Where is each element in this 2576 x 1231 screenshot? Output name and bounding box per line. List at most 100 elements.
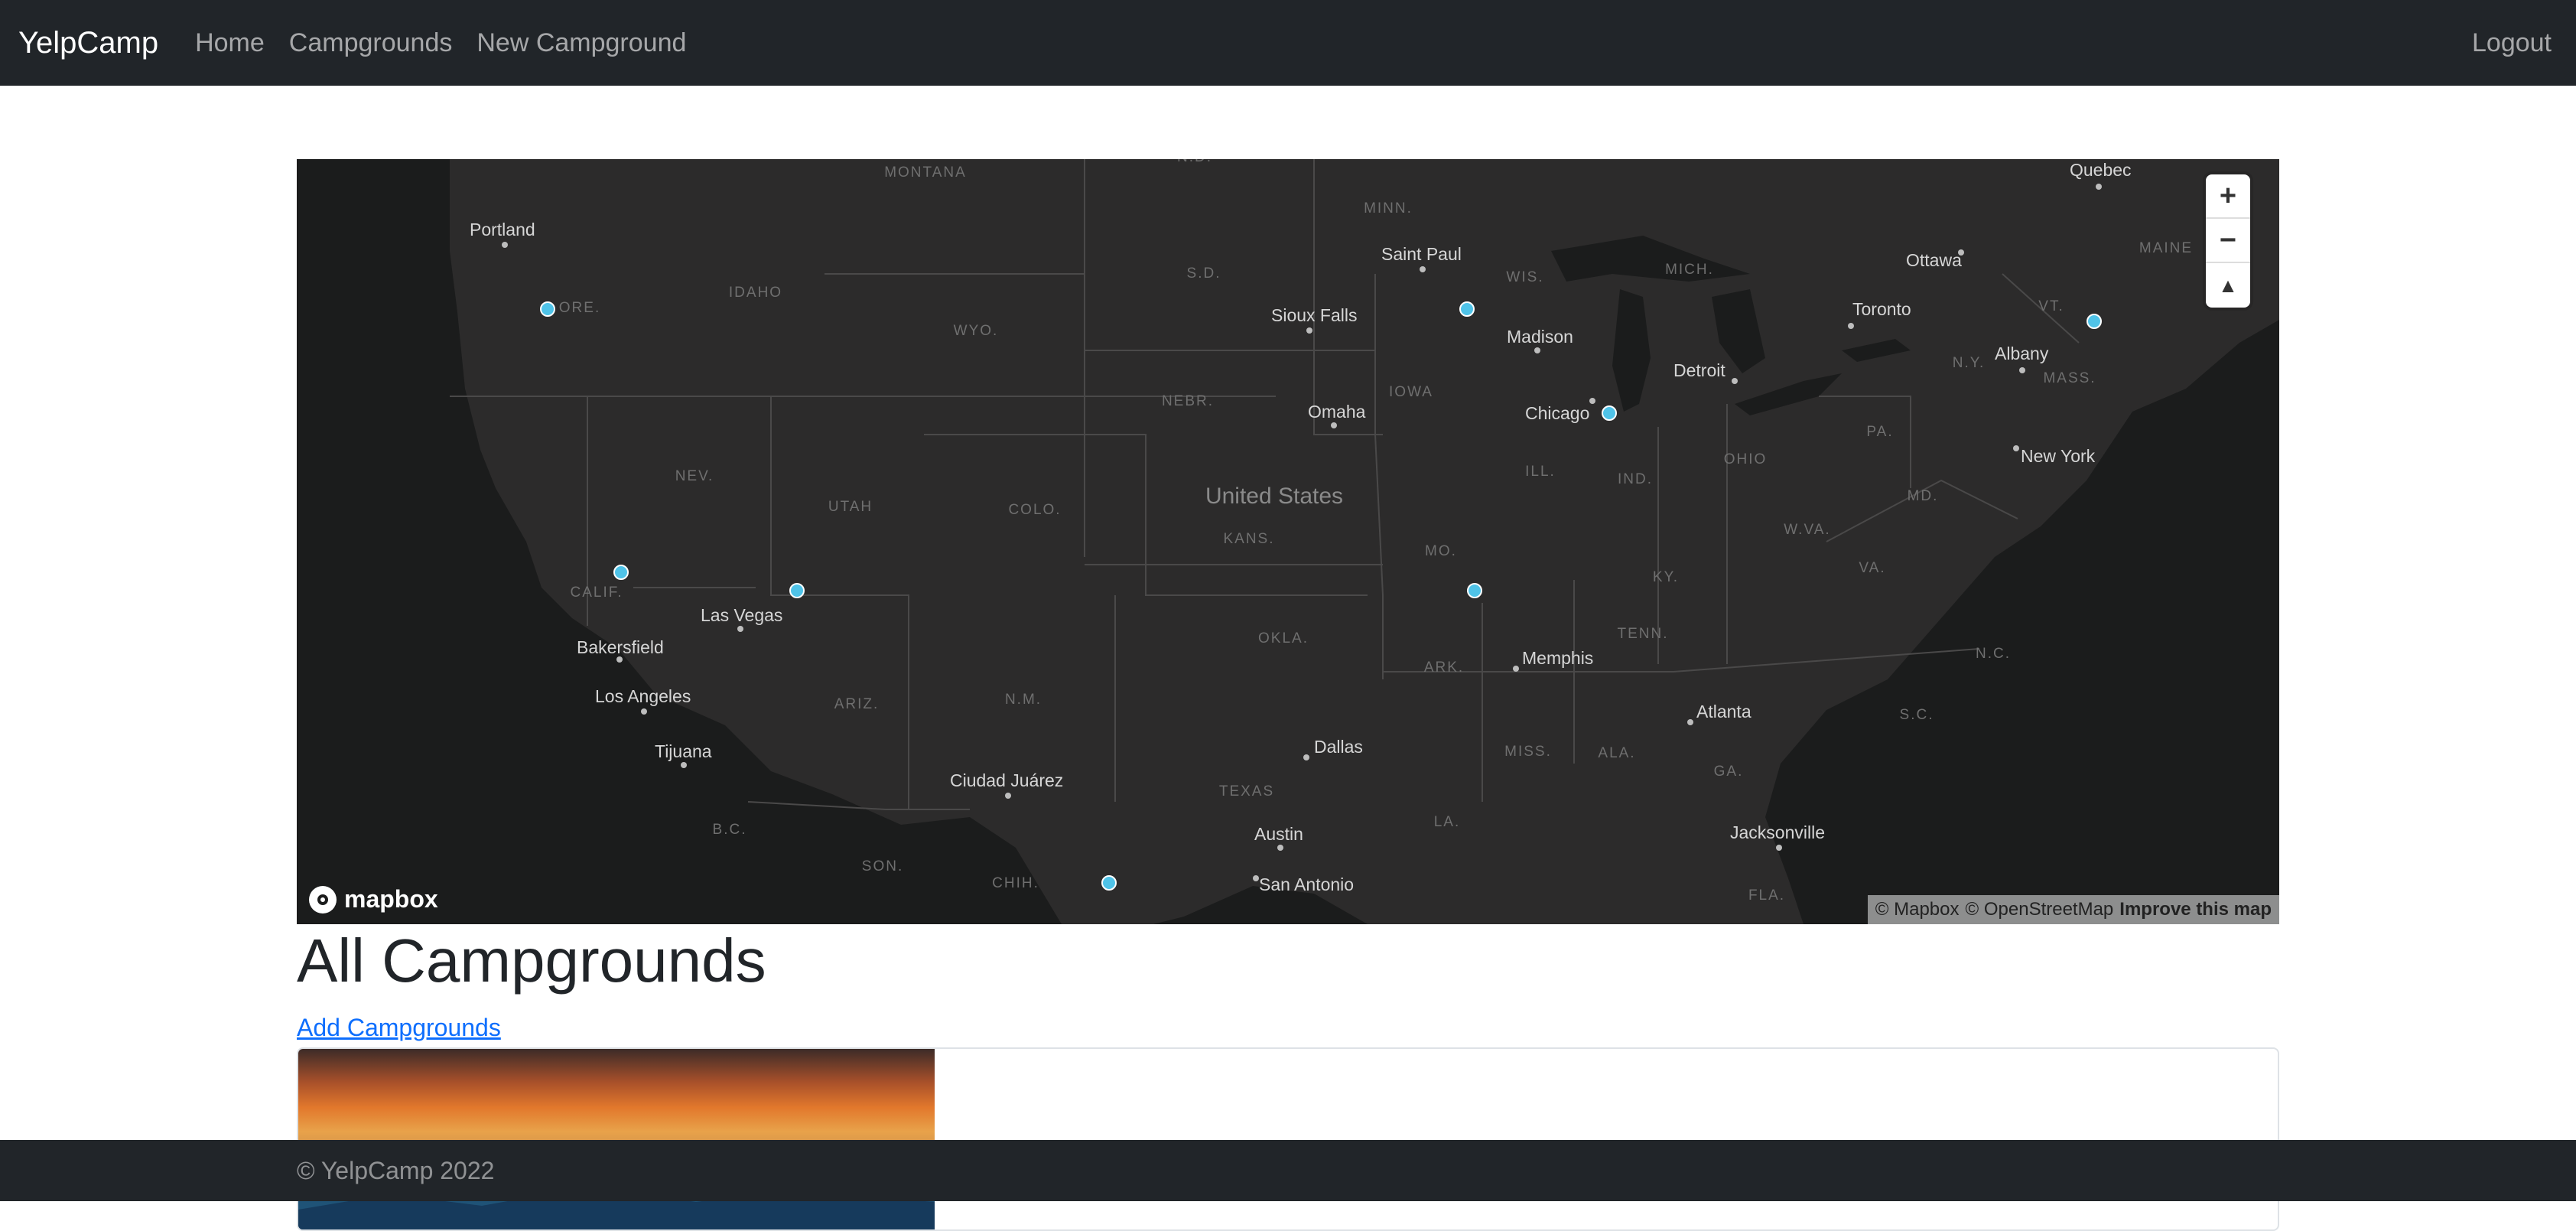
city-label: Albany xyxy=(1995,344,2049,363)
compass-button[interactable]: ▲ xyxy=(2206,263,2250,308)
state-label: MICH. xyxy=(1665,262,1714,278)
campground-marker[interactable] xyxy=(2086,314,2102,329)
city-label: Ciudad Juárez xyxy=(950,770,1063,790)
city-label: Atlanta xyxy=(1696,702,1751,721)
map-canvas[interactable]: United States MONTANA IDAHO WYO. S.D. MI… xyxy=(297,159,2279,924)
attribution-mapbox-link[interactable]: © Mapbox xyxy=(1875,899,1960,920)
city-label: Ottawa xyxy=(1906,250,1962,270)
city-label: San Antonio xyxy=(1259,874,1354,894)
city-label: Sioux Falls xyxy=(1271,305,1357,325)
state-label: ALA. xyxy=(1598,745,1635,761)
state-label: VT. xyxy=(2038,298,2064,314)
campground-marker[interactable] xyxy=(1467,583,1482,598)
state-label: WYO. xyxy=(954,323,999,339)
state-label: TENN. xyxy=(1618,626,1669,642)
page-footer: © YelpCamp 2022 xyxy=(0,1140,2576,1201)
city-label: Las Vegas xyxy=(701,605,782,625)
footer-copyright: © YelpCamp 2022 xyxy=(297,1156,495,1184)
state-label: GA. xyxy=(1714,764,1744,780)
state-label: TEXAS xyxy=(1219,783,1274,799)
nav-home-link[interactable]: Home xyxy=(195,28,265,58)
campground-marker[interactable] xyxy=(540,301,555,317)
state-label: ORE. xyxy=(559,300,600,316)
state-label: MONTANA xyxy=(884,164,967,181)
state-label: OHIO xyxy=(1724,451,1768,467)
campground-card xyxy=(297,1047,2279,1231)
city-label: Detroit xyxy=(1673,360,1725,380)
campground-marker[interactable] xyxy=(1459,301,1475,317)
state-label: W.VA. xyxy=(1784,522,1830,538)
state-label: MO. xyxy=(1425,543,1457,559)
state-label: N.Y. xyxy=(1953,355,1986,371)
city-label: Jacksonville xyxy=(1730,822,1825,842)
zoom-in-button[interactable]: + xyxy=(2206,174,2250,219)
land-area xyxy=(450,159,2279,924)
state-label: IOWA xyxy=(1389,384,1433,400)
map-attribution: © Mapbox © OpenStreetMap Improve this ma… xyxy=(1867,895,2279,924)
state-label: ARK. xyxy=(1424,659,1464,676)
state-label: IDAHO xyxy=(729,285,782,301)
mapbox-logo-icon xyxy=(309,885,337,913)
city-label: Dallas xyxy=(1314,737,1363,757)
nav-campgrounds-link[interactable]: Campgrounds xyxy=(289,28,453,58)
state-label: PA. xyxy=(1866,424,1893,440)
state-label: MISS. xyxy=(1504,744,1552,760)
city-label: Quebec xyxy=(2070,160,2132,180)
map-navigation-controls: + − ▲ xyxy=(2206,174,2250,308)
campground-marker[interactable] xyxy=(1602,405,1617,421)
state-label: NEV. xyxy=(675,468,714,484)
state-label: SON. xyxy=(862,858,903,874)
city-label: Madison xyxy=(1507,327,1573,347)
state-label: IND. xyxy=(1618,471,1653,487)
state-label: S.D. xyxy=(1187,265,1221,282)
city-label: Omaha xyxy=(1308,402,1366,422)
attribution-osm-link[interactable]: © OpenStreetMap xyxy=(1966,899,2114,920)
brand-link[interactable]: YelpCamp xyxy=(18,26,158,60)
logout-link[interactable]: Logout xyxy=(2472,28,2552,58)
state-label: NEBR. xyxy=(1162,393,1214,409)
state-label: ILL. xyxy=(1525,464,1556,480)
country-label: United States xyxy=(1205,484,1343,509)
state-label: VA. xyxy=(1859,560,1885,576)
state-label: COLO. xyxy=(1008,502,1061,518)
state-label: S.C. xyxy=(1900,707,1934,723)
top-navbar: YelpCamp Home Campgrounds New Campground… xyxy=(0,0,2576,86)
state-label: KY. xyxy=(1653,569,1679,585)
campground-marker[interactable] xyxy=(789,583,805,598)
city-label: Tijuana xyxy=(655,741,712,761)
state-label: LA. xyxy=(1434,814,1461,830)
state-label: MD. xyxy=(1908,488,1939,504)
improve-map-link[interactable]: Improve this map xyxy=(2119,899,2272,920)
city-label: Los Angeles xyxy=(595,686,691,706)
state-label: FLA. xyxy=(1748,887,1785,904)
city-label: Chicago xyxy=(1525,403,1589,423)
state-label: N.D. xyxy=(1177,159,1212,165)
page-title: All Campgrounds xyxy=(297,927,766,995)
nav-new-campground-link[interactable]: New Campground xyxy=(476,28,686,58)
state-label: MAINE xyxy=(2139,240,2193,256)
state-label: WIS. xyxy=(1506,269,1543,285)
zoom-out-button[interactable]: − xyxy=(2206,219,2250,263)
state-label: OKLA. xyxy=(1258,630,1309,646)
city-label: Saint Paul xyxy=(1381,244,1462,264)
campground-marker[interactable] xyxy=(1101,875,1117,891)
city-label: Bakersfield xyxy=(577,637,664,657)
city-label: Portland xyxy=(470,220,535,239)
state-label: KANS. xyxy=(1223,531,1274,547)
state-label: MASS. xyxy=(2043,370,2096,386)
state-label: N.M. xyxy=(1005,692,1042,708)
city-label: Toronto xyxy=(1852,299,1911,319)
state-label: ARIZ. xyxy=(834,696,880,712)
campground-marker[interactable] xyxy=(613,565,629,580)
city-label: Memphis xyxy=(1522,648,1593,668)
state-label: CHIH. xyxy=(992,875,1039,891)
mapbox-logo[interactable]: mapbox xyxy=(309,885,438,913)
mapbox-logo-text: mapbox xyxy=(344,885,438,913)
state-label: B.C. xyxy=(713,822,747,838)
city-label: New York xyxy=(2021,446,2096,466)
city-label: Austin xyxy=(1254,824,1303,844)
add-campgrounds-link[interactable]: Add Campgrounds xyxy=(297,1014,501,1042)
state-label: CALIF. xyxy=(570,585,623,601)
cluster-map[interactable]: United States MONTANA IDAHO WYO. S.D. MI… xyxy=(297,159,2279,924)
state-label: N.C. xyxy=(1976,646,2011,662)
